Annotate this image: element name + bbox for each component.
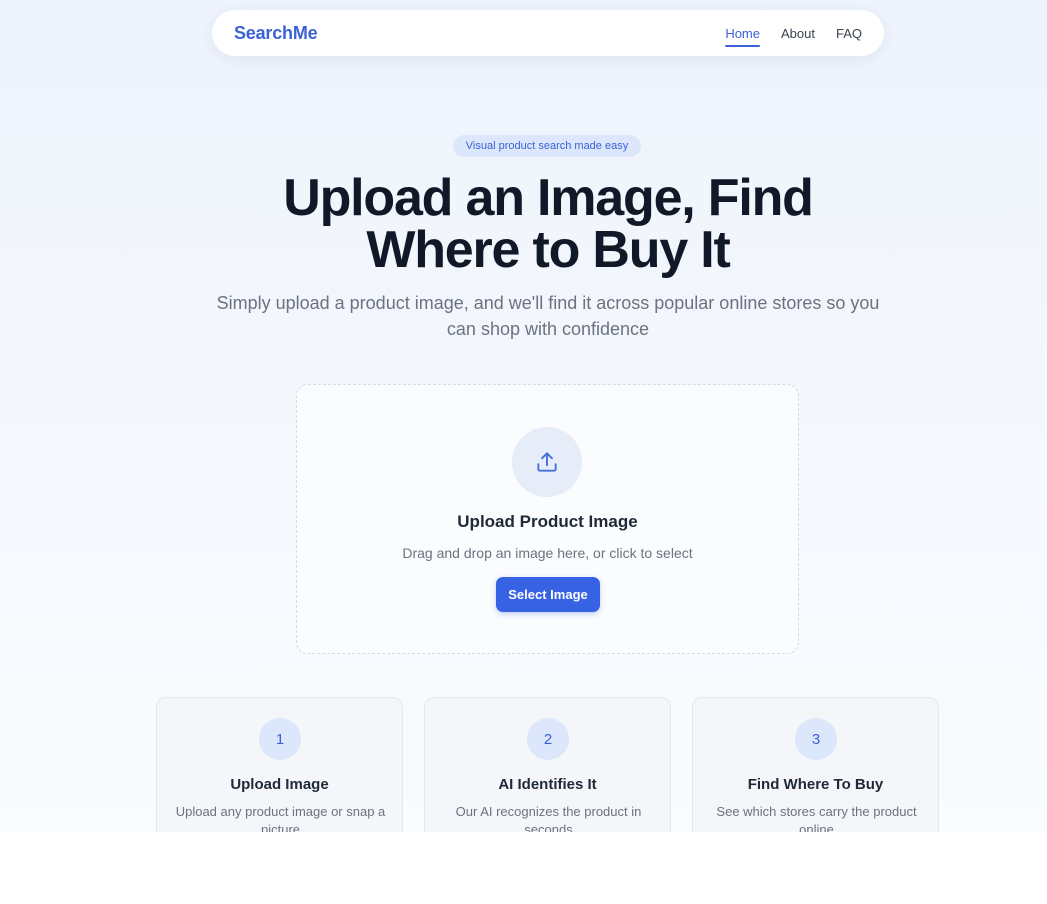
step-description: Our AI recognizes the product in seconds — [455, 804, 642, 832]
step-card-2: 2 AI Identifies It Our AI recognizes the… — [424, 697, 671, 832]
step-number-badge: 2 — [527, 718, 569, 760]
step-description: See which stores carry the product onlin… — [716, 804, 917, 832]
upload-heading: Upload Product Image — [457, 512, 638, 531]
page-viewport: SearchMe Home About FAQ Visual product s… — [0, 0, 1047, 832]
brand-logo[interactable]: SearchMe — [234, 23, 318, 44]
upload-dropzone[interactable]: Upload Product Image Drag and drop an im… — [296, 384, 799, 654]
top-navbar: SearchMe Home About FAQ — [212, 10, 884, 56]
select-image-button[interactable]: Select Image — [496, 577, 600, 612]
step-title: Find Where To Buy — [747, 776, 884, 793]
nav-link-home[interactable]: Home — [725, 22, 760, 47]
step-title: Upload Image — [230, 776, 329, 793]
upload-icon — [537, 452, 557, 472]
step-number-badge: 1 — [259, 718, 301, 760]
step-card-1: 1 Upload Image Upload any product image … — [156, 697, 403, 832]
upload-icon-circle — [512, 427, 582, 497]
nav-link-about[interactable]: About — [781, 22, 815, 45]
upload-hint: Drag and drop an image here, or click to… — [402, 545, 693, 561]
nav-links: Home About FAQ — [725, 22, 862, 47]
step-description: Upload any product image or snap a pictu… — [175, 804, 386, 832]
step-card-3: 3 Find Where To Buy See which stores car… — [692, 697, 939, 832]
hero-title-line2: Where to Buy It — [366, 221, 731, 279]
nav-link-faq[interactable]: FAQ — [836, 22, 862, 45]
step-number-badge: 3 — [795, 718, 837, 760]
hero-title: Upload an Image, Find Where to Buy It — [173, 172, 923, 276]
hero-subtitle: Simply upload a product image, and we'll… — [216, 293, 880, 339]
step-title: AI Identifies It — [498, 776, 597, 793]
hero-title-line1: Upload an Image, Find — [283, 169, 814, 227]
hero-badge: Visual product search made easy — [453, 135, 641, 157]
